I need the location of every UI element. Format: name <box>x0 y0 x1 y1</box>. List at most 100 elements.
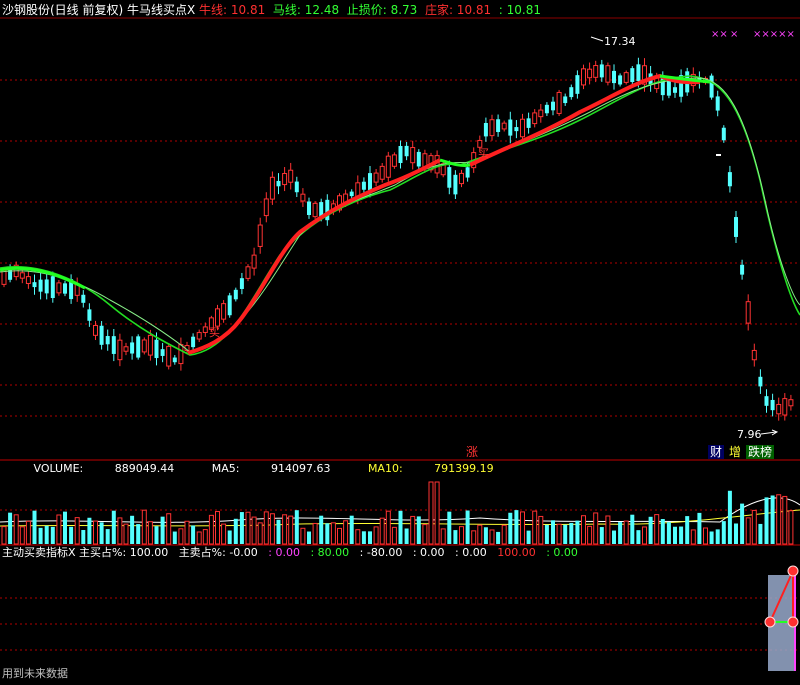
candle-body <box>257 224 263 247</box>
volume-bar <box>251 516 257 545</box>
volume-bar <box>654 514 660 545</box>
candle-body <box>764 396 769 406</box>
min-price-label: 7.96 <box>737 428 762 441</box>
candle-body <box>734 217 738 237</box>
volume-bar <box>440 528 446 545</box>
candle-body <box>245 266 251 279</box>
volume-bar <box>422 524 428 545</box>
candle-body <box>721 127 726 141</box>
volume-bar <box>575 520 580 544</box>
candle-body <box>63 283 67 294</box>
candle-body <box>751 349 757 361</box>
volume-bar <box>581 515 586 545</box>
ma10-value: 791399.19 <box>434 462 494 475</box>
volume-bar <box>74 517 80 545</box>
candle-body <box>136 336 141 358</box>
candle-body <box>141 339 147 353</box>
indicator-point <box>787 565 799 577</box>
volume-bar <box>276 519 281 544</box>
volume-bar <box>605 515 611 545</box>
volume-bar <box>636 530 641 544</box>
candle-body <box>489 119 495 137</box>
candle-body <box>288 169 294 183</box>
candle-body <box>587 68 593 79</box>
indicator2-item-3: : 80.00 <box>310 546 359 559</box>
volume-bar <box>19 526 25 545</box>
indicator2-item-7: 100.00 <box>497 546 546 559</box>
volume-bar <box>191 525 196 544</box>
candle-body <box>239 278 244 289</box>
volume-bar <box>227 530 232 544</box>
candle-body <box>251 254 257 269</box>
indicator-name: 牛马线买点X <box>127 2 199 17</box>
volume-bar <box>99 522 104 544</box>
volume-bar <box>758 523 763 544</box>
event-badge-diebang[interactable]: 跌榜 <box>746 444 774 459</box>
volume-bar <box>385 510 391 545</box>
candle-body <box>349 191 354 197</box>
volume-bar <box>514 510 519 544</box>
min-price-annotation: 7.96 <box>737 428 779 441</box>
volume-bar <box>123 523 129 545</box>
indicator2-item-2: : 0.00 <box>268 546 310 559</box>
candle-body <box>44 279 49 294</box>
candle-body <box>105 336 110 345</box>
event-badge-cai[interactable]: 财 <box>708 445 724 459</box>
candle-body <box>263 198 269 217</box>
volume-header: VOLUME: 889049.44 MA5: 914097.63 MA10: 7… <box>33 462 494 475</box>
candle-body <box>99 325 104 345</box>
volume-bar <box>87 517 92 544</box>
candle-body <box>447 167 452 188</box>
candle-body <box>221 303 227 320</box>
volume-bar <box>288 515 294 545</box>
candle-body <box>202 326 208 333</box>
header-item-0: 牛线: 10.81 <box>199 2 273 17</box>
indicator-header: 主动买卖指标X 主买占%: 100.00 主卖占%: -0.00 : 0.00 … <box>2 545 588 559</box>
candle-body <box>123 346 129 352</box>
volume-bar <box>416 516 421 544</box>
event-badge-zeng[interactable]: 增 <box>729 445 741 459</box>
candle-body <box>300 193 306 202</box>
candlestick-series <box>1 57 794 421</box>
candle-body <box>715 96 720 111</box>
volume-bar <box>294 510 299 544</box>
volume-bar <box>770 495 775 544</box>
volume-bar <box>330 522 336 545</box>
volume-bar <box>368 531 372 544</box>
volume-bar <box>349 515 354 544</box>
indicator2-name: 主动买卖指标X <box>2 545 79 559</box>
event-badge-zhang[interactable]: 涨 <box>466 444 478 459</box>
volume-label: VOLUME: <box>33 462 83 475</box>
volume-bar <box>709 531 714 544</box>
volume-bar <box>373 526 379 545</box>
candle-body <box>709 75 714 98</box>
candle-body <box>508 119 513 136</box>
indicator2-item-4: : -80.00 <box>360 546 413 559</box>
candle-body <box>496 119 501 133</box>
candle-body <box>618 75 623 85</box>
candle-body <box>465 167 470 178</box>
volume-bar <box>8 512 13 544</box>
horse-line <box>0 75 800 356</box>
volume-bar <box>178 528 184 545</box>
chart-canvas[interactable]: 17.34 7.96 买 买 ×× × ××××× 涨 财 增 跌榜 沙钢股份(… <box>0 0 800 685</box>
volume-bar <box>404 528 409 544</box>
volume-bar <box>697 512 702 544</box>
candle-body <box>50 276 55 299</box>
volume-bar <box>465 510 470 544</box>
volume-bar <box>257 522 263 545</box>
volume-bar <box>233 518 238 544</box>
volume-bar <box>782 495 788 545</box>
volume-bar <box>483 527 488 544</box>
candle-body <box>294 181 299 193</box>
candle-body <box>379 165 385 180</box>
volume-bar <box>642 526 647 545</box>
max-price-label: 17.34 <box>604 35 636 48</box>
volume-bar <box>648 516 653 544</box>
volume-bar <box>776 494 782 545</box>
candle-body <box>19 272 25 279</box>
candle-body <box>569 87 574 98</box>
candle-body <box>227 295 232 316</box>
volume-bar <box>618 522 623 544</box>
volume-bar <box>690 529 696 545</box>
